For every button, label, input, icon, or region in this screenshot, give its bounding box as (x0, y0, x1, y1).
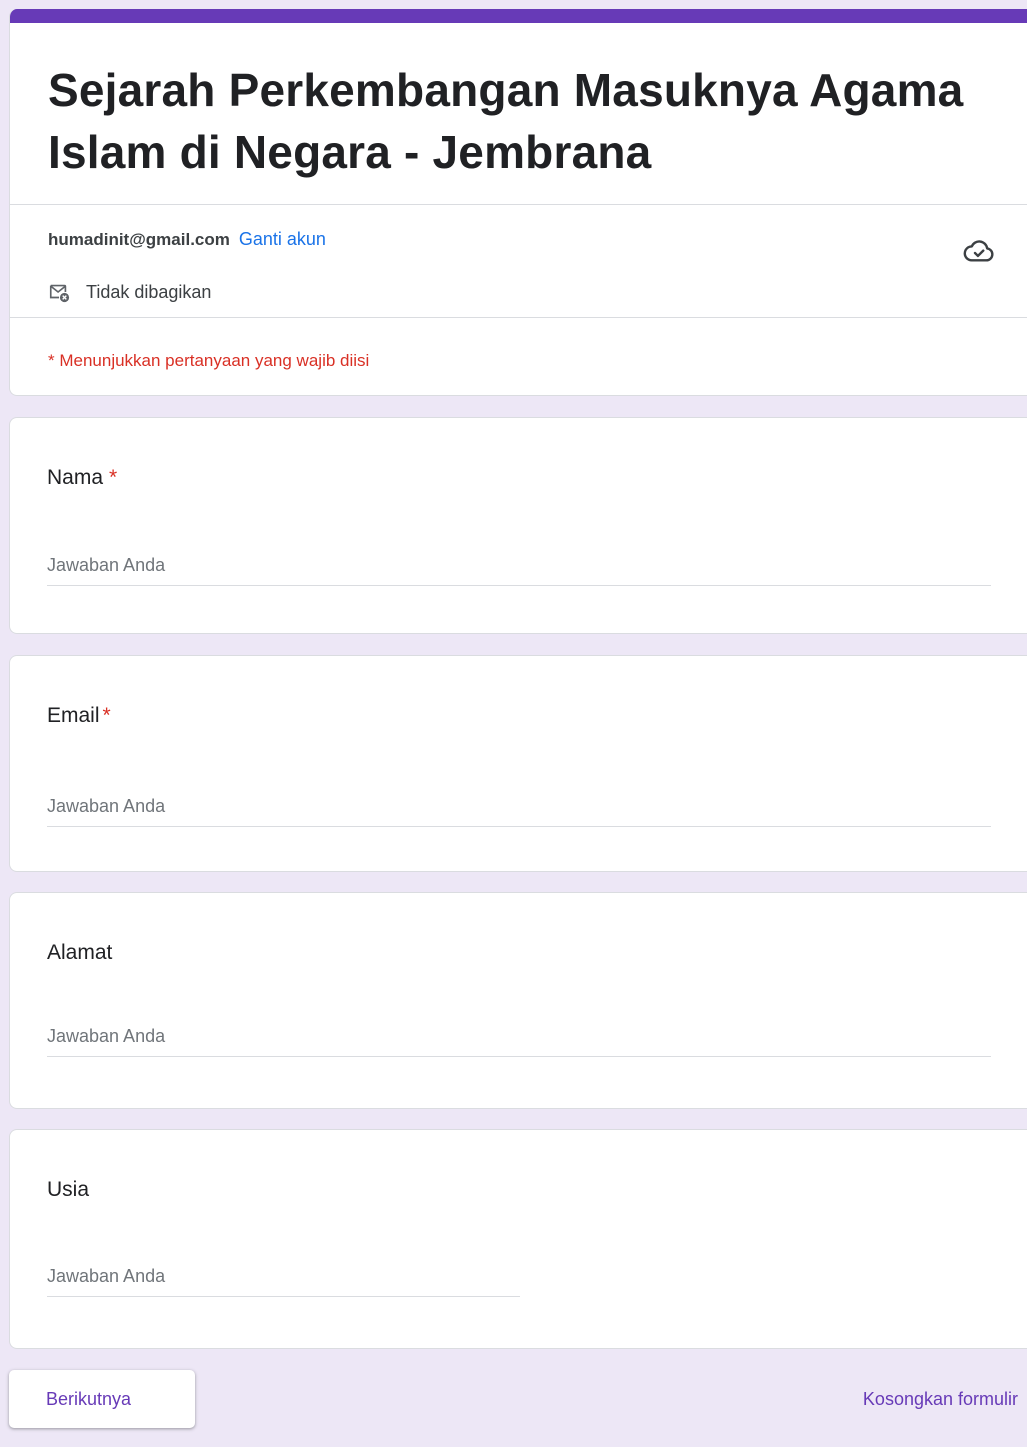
clear-form-link[interactable]: Kosongkan formulir (863, 1385, 1018, 1413)
account-row: humadinit@gmail.com Ganti akun (48, 227, 326, 252)
question-label: Usia (47, 1176, 89, 1204)
cloud-check-icon[interactable] (963, 235, 995, 267)
mail-not-shared-icon (49, 284, 70, 303)
answer-input-usia[interactable] (47, 1257, 520, 1297)
answer-input-nama[interactable] (47, 546, 991, 586)
answer-input-email[interactable] (47, 787, 991, 827)
required-star: * (109, 466, 118, 489)
not-shared-label: Tidak dibagikan (86, 282, 212, 302)
question-card-usia: Usia (9, 1129, 1027, 1349)
question-title: Email (47, 704, 100, 727)
question-label: Nama * (47, 464, 117, 492)
answer-input-alamat[interactable] (47, 1017, 991, 1057)
question-card-email: Email * (9, 655, 1027, 872)
form-header-card: Sejarah Perkembangan Masuknya Agama Isla… (9, 9, 1027, 396)
required-star: * (102, 704, 111, 727)
next-button[interactable]: Berikutnya (9, 1370, 195, 1428)
question-card-alamat: Alamat (9, 892, 1027, 1109)
switch-account-link[interactable]: Ganti akun (239, 229, 326, 249)
form-title: Sejarah Perkembangan Masuknya Agama Isla… (48, 64, 964, 178)
not-shared-row: Tidak dibagikan (48, 280, 211, 304)
question-title: Alamat (47, 941, 113, 964)
account-divider (10, 317, 1027, 318)
header-divider (10, 204, 1027, 205)
question-title: Nama (47, 466, 104, 489)
question-title: Usia (47, 1178, 90, 1201)
question-label: Alamat (47, 939, 112, 967)
header-accent-bar (10, 9, 1027, 23)
required-note: * Menunjukkan pertanyaan yang wajib diis… (48, 351, 370, 370)
account-email: humadinit@gmail.com (48, 230, 230, 249)
question-label: Email * (47, 702, 111, 730)
form-page: Sejarah Perkembangan Masuknya Agama Isla… (0, 0, 1027, 1447)
question-card-nama: Nama * (9, 417, 1027, 634)
